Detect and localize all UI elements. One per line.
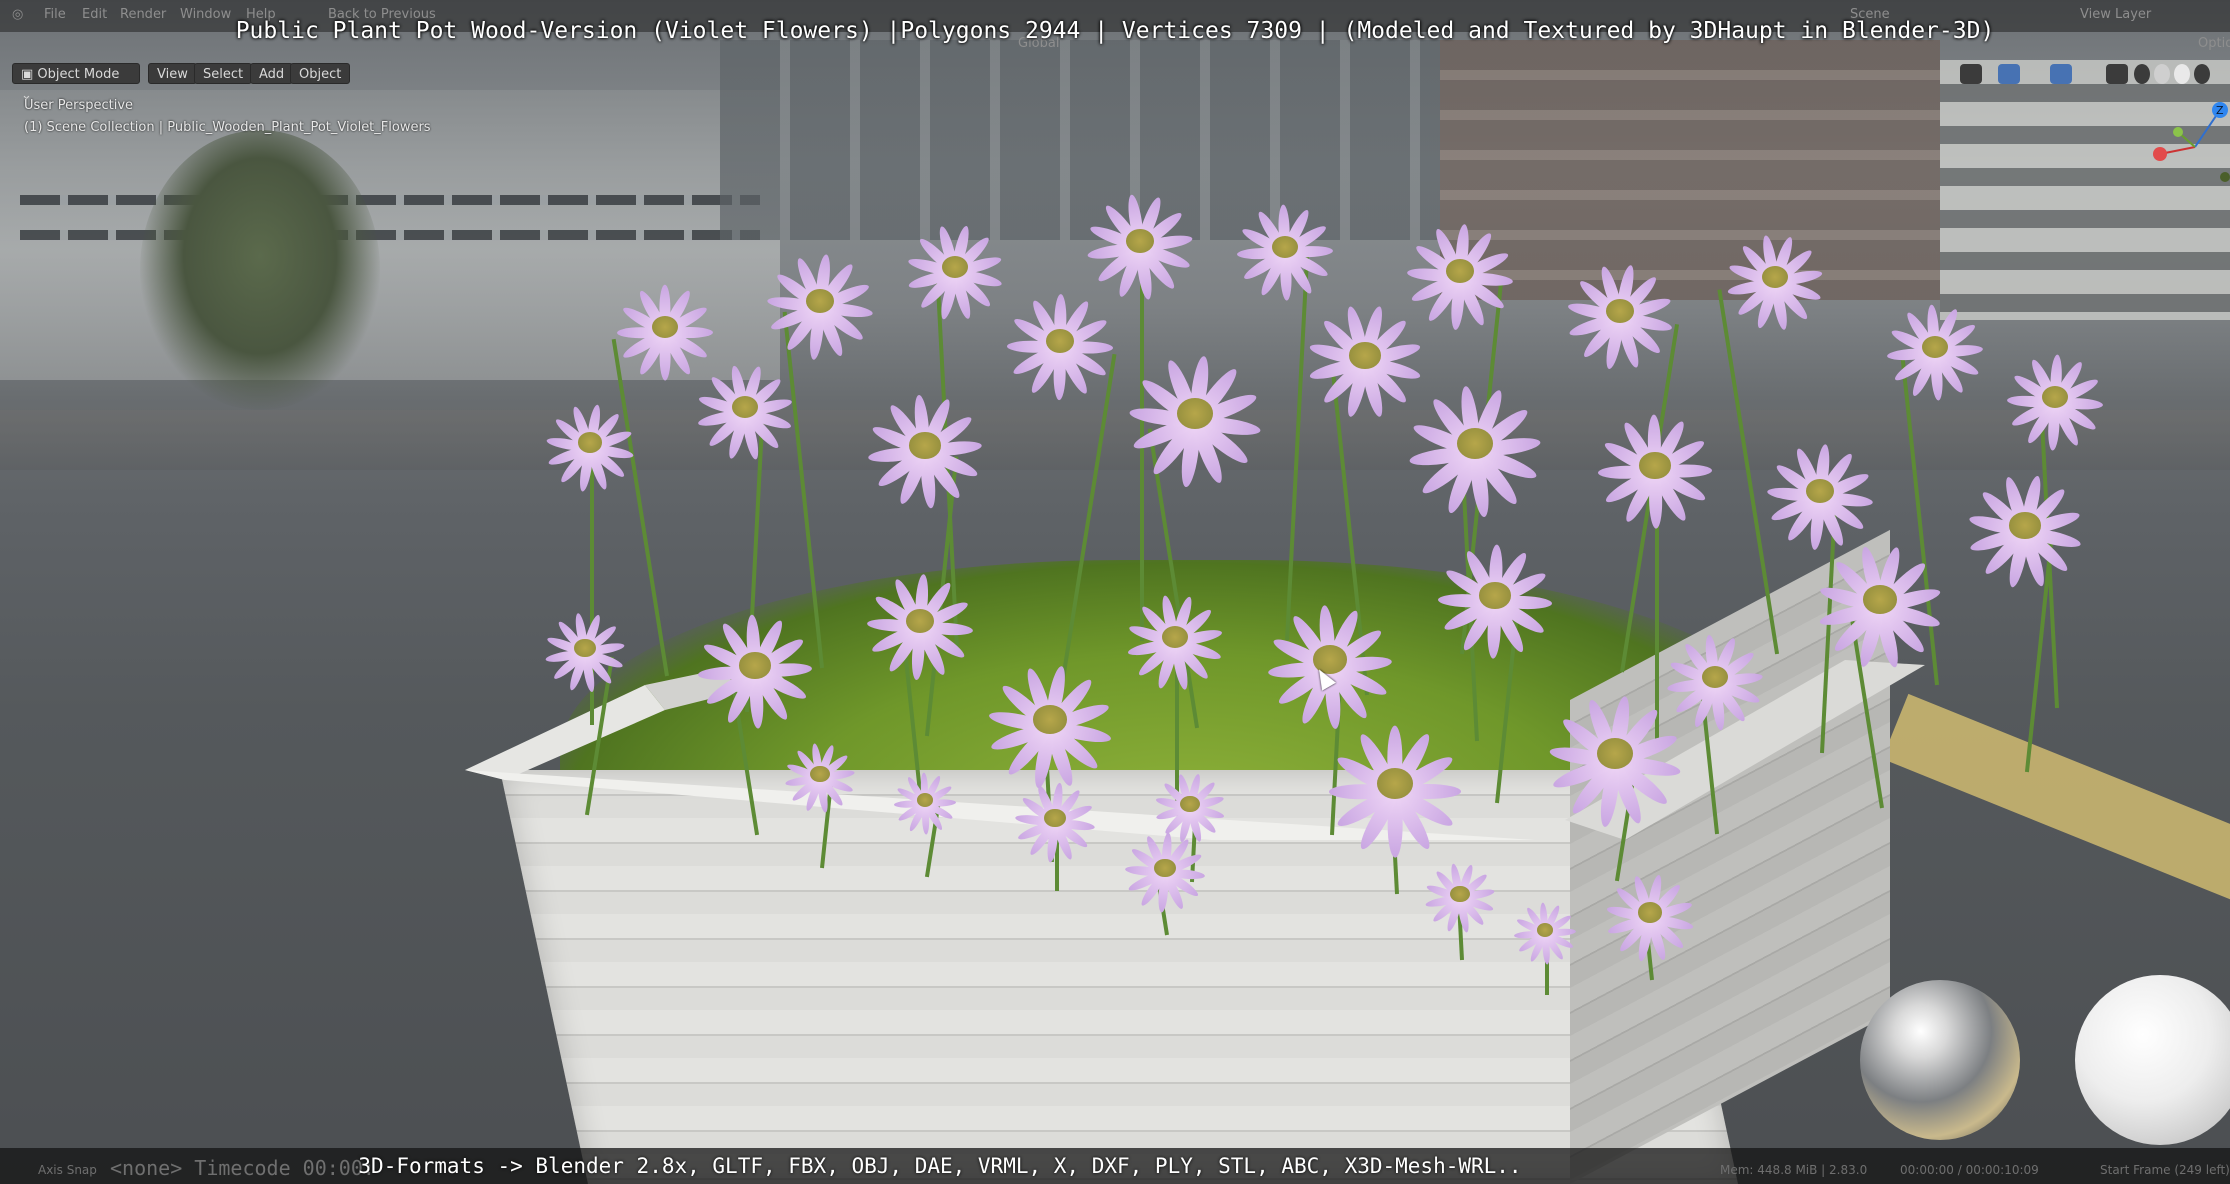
violet-flower	[1010, 780, 1100, 863]
violet-flower	[1810, 540, 1950, 669]
status-time: 00:00:00 / 00:00:10:09	[1900, 1163, 2039, 1177]
shading-rendered-icon[interactable]	[2194, 64, 2210, 84]
violet-flower	[1320, 720, 1470, 858]
violet-flower	[860, 390, 990, 510]
violet-flower	[1660, 630, 1770, 732]
violet-flower	[860, 570, 980, 681]
flower-center	[739, 651, 771, 679]
shading-solid-icon[interactable]	[2154, 64, 2170, 84]
hdri-diffuse-sphere	[2075, 975, 2230, 1145]
violet-flower	[1430, 540, 1560, 660]
violet-flower	[1120, 830, 1210, 913]
flower-center	[1457, 428, 1493, 460]
flower-center	[1044, 809, 1066, 828]
video-title-overlay: Public Plant Pot Wood-Version (Violet Fl…	[235, 18, 1995, 44]
flower-center	[1377, 768, 1413, 800]
violet-flower	[2000, 350, 2110, 451]
violet-flower	[780, 740, 860, 814]
navigation-gizmo[interactable]: Z	[2150, 92, 2230, 192]
viewport-collection-label: (1) Scene Collection | Public_Wooden_Pla…	[24, 120, 431, 135]
flower-center	[941, 255, 969, 278]
flower-center	[909, 431, 941, 459]
violet-flower	[1510, 900, 1580, 965]
violet-flower	[1420, 860, 1500, 934]
mode-label: Object Mode	[37, 67, 120, 82]
visibility-icon[interactable]	[1960, 64, 1982, 84]
flower-center	[1450, 885, 1470, 903]
flower-center	[1921, 335, 1949, 358]
flower-center	[1536, 922, 1554, 937]
violet-flower	[1400, 380, 1550, 518]
violet-flower	[1000, 290, 1120, 401]
flower-center	[1639, 451, 1671, 479]
flower-center	[1180, 795, 1200, 813]
violet-flower	[890, 770, 960, 835]
background-railing	[0, 410, 2230, 470]
flower-center	[1154, 859, 1176, 878]
flower-center	[578, 432, 602, 453]
menu-add[interactable]: Add	[250, 63, 294, 84]
hdri-chrome-sphere	[1860, 980, 2020, 1140]
violet-flower	[1150, 770, 1230, 844]
shading-wireframe-icon[interactable]	[2134, 64, 2150, 84]
flower-center	[1177, 398, 1213, 430]
background-windows	[20, 195, 760, 205]
background-tree	[140, 130, 380, 410]
violet-flower	[1260, 600, 1400, 729]
violet-flower	[540, 400, 640, 492]
violet-flower	[1560, 260, 1680, 371]
overlay-toggle-icon[interactable]	[2050, 64, 2072, 84]
violet-flower	[760, 250, 880, 361]
violet-flower	[1880, 300, 1990, 402]
flower-center	[1033, 705, 1067, 734]
flower-center	[1161, 625, 1189, 648]
violet-flower	[1760, 440, 1880, 551]
gizmo-toggle-icon[interactable]	[1998, 64, 2020, 84]
menu-object[interactable]: Object	[290, 63, 351, 84]
flower-center	[1597, 738, 1633, 770]
violet-flower	[1960, 470, 2090, 590]
object-mode-icon: ▣	[21, 67, 38, 82]
violet-flower	[900, 220, 1010, 321]
flower-center	[2009, 511, 2041, 539]
flower-center	[1761, 265, 1789, 288]
violet-flower	[690, 610, 820, 730]
svg-text:Z: Z	[2216, 104, 2224, 117]
violet-flower	[1590, 410, 1720, 530]
viewport-perspective-label: User Perspective	[24, 98, 134, 113]
menu-select[interactable]: Select	[194, 63, 253, 84]
status-frame: Start Frame (249 left)	[2100, 1163, 2230, 1177]
violet-flower	[690, 360, 800, 461]
flower-center	[810, 765, 830, 783]
flower-center	[1479, 581, 1511, 609]
flower-center	[731, 395, 759, 418]
shading-material-icon[interactable]	[2174, 64, 2190, 84]
xray-toggle-icon[interactable]	[2106, 64, 2128, 84]
flower-center	[1863, 585, 1897, 614]
flower-center	[651, 315, 679, 338]
violet-flower	[1600, 870, 1700, 962]
3d-viewport[interactable]	[0, 0, 2230, 1184]
mode-dropdown[interactable]: ▣ Object Mode ⌄	[12, 63, 140, 103]
flower-center	[574, 639, 596, 658]
violet-flower	[540, 610, 630, 693]
background-windows	[20, 230, 760, 240]
violet-flower	[1080, 190, 1200, 301]
flower-center	[916, 792, 934, 807]
formats-caption: 3D-Formats -> Blender 2.8x, GLTF, FBX, O…	[358, 1154, 1522, 1178]
flower-center	[1349, 341, 1381, 369]
flower-center	[1638, 902, 1662, 923]
flower-center	[2041, 385, 2069, 408]
violet-flower	[1230, 200, 1340, 301]
menu-view[interactable]: View	[148, 63, 197, 84]
viewport-header: ▣ Object Mode ⌄ View Select Add Object	[0, 60, 2230, 103]
violet-flower	[980, 660, 1120, 789]
violet-flower	[1120, 590, 1230, 691]
violet-flower	[1120, 350, 1270, 488]
violet-flower	[1720, 230, 1830, 331]
flower-center	[1271, 235, 1299, 258]
flower-center	[1701, 665, 1729, 688]
